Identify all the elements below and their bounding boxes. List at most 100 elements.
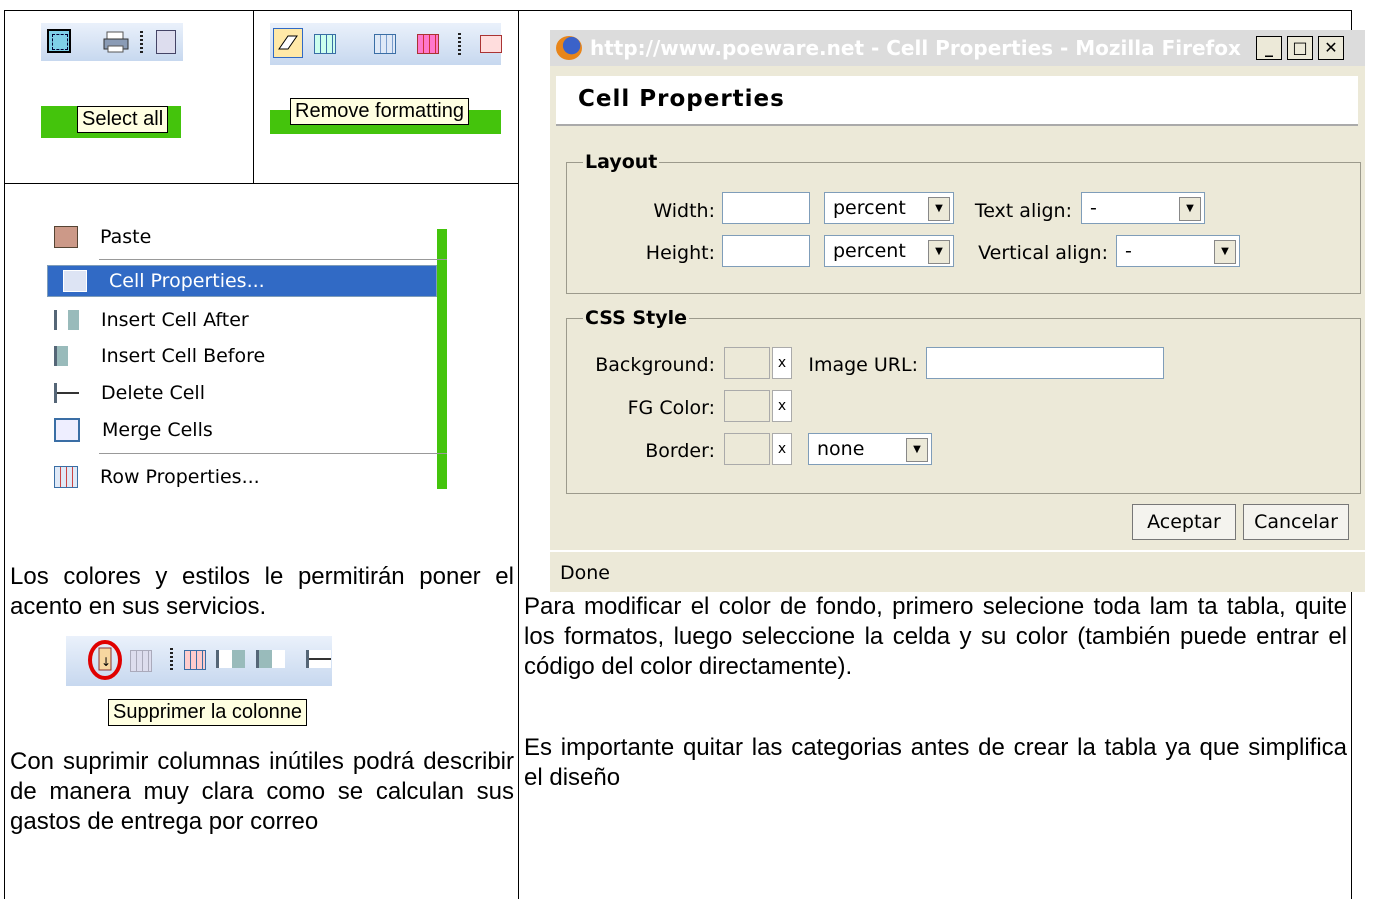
table-row-icon[interactable] [480,35,502,53]
merge-cells-icon [54,418,80,442]
accept-button[interactable]: Aceptar [1132,504,1236,540]
delete-column-tooltip: Supprimer la colonne [108,699,307,726]
toolbar-separator [458,33,461,55]
height-label: Height: [645,242,715,264]
paste-icon [54,226,78,248]
width-label: Width: [653,200,715,222]
dropdown-arrow-icon: ▼ [928,197,950,221]
menu-item-label: Delete Cell [101,382,205,404]
status-bar: Done [550,550,1365,592]
fg-color-swatch[interactable] [724,390,770,422]
window-title: http://www.poeware.net - Cell Properties… [590,36,1241,60]
background-color-swatch[interactable] [724,347,770,379]
status-text: Done [560,562,610,584]
table-icon[interactable] [314,34,336,54]
delete-cell-icon [54,383,79,403]
toolbar-remove-formatting [270,23,502,65]
dropdown-arrow-icon: ▼ [928,240,950,264]
menu-item-label: Insert Cell After [101,309,249,331]
insert-cell-after-icon[interactable] [216,650,245,668]
column-icon[interactable] [130,650,152,672]
minimize-button[interactable]: _ [1256,36,1282,60]
menu-separator [99,453,447,454]
border-label: Border: [645,440,715,462]
source-icon[interactable] [156,30,176,54]
dropdown-arrow-icon: ▼ [1179,197,1201,221]
dropdown-arrow-icon: ▼ [906,438,928,462]
toolbar-separator [140,31,143,53]
menu-background-strip [437,229,447,489]
svg-text:↓: ↓ [101,655,111,669]
fg-color-clear-button[interactable]: x [772,390,792,422]
fg-color-label: FG Color: [627,397,715,419]
menu-item-paste[interactable]: Paste [47,219,437,255]
context-menu: Paste Cell Properties... Insert Cell Aft… [47,213,447,489]
firefox-icon [556,36,582,60]
css-style-legend: CSS Style [583,307,689,329]
insert-cell-after-icon [54,310,79,330]
width-input[interactable] [722,192,810,224]
left-text-colors: Los colores y estilos le permitirán pone… [10,563,514,620]
menu-item-delete-cell[interactable]: Delete Cell [47,375,437,411]
image-url-label: Image URL: [808,354,918,376]
border-style-value: none [817,438,865,460]
height-input[interactable] [722,235,810,267]
height-unit-value: percent [833,240,906,262]
left-text-columns: Con suprimir columnas inútiles podrá des… [10,748,514,835]
vertical-align-select[interactable]: - ▼ [1116,235,1240,267]
grid-line [253,10,254,183]
maximize-button[interactable]: □ [1287,36,1313,60]
delete-column-icon[interactable]: ↓ [88,640,122,680]
toolbar-separator [170,648,173,670]
background-clear-button[interactable]: x [772,347,792,379]
vertical-align-label: Vertical align: [978,242,1108,264]
cell-properties-icon [63,270,87,292]
remove-formatting-tooltip: Remove formatting [290,98,469,125]
menu-item-insert-cell-after[interactable]: Insert Cell After [47,302,437,338]
grid-line [4,10,5,899]
height-unit-select[interactable]: percent ▼ [824,235,954,267]
print-icon[interactable] [103,31,129,53]
cell-properties-dialog: http://www.poeware.net - Cell Properties… [550,30,1365,592]
vertical-align-value: - [1125,240,1132,262]
delete-cell-icon[interactable] [306,650,331,668]
width-unit-select[interactable]: percent ▼ [824,192,954,224]
menu-item-row-properties[interactable]: Row Properties... [47,459,437,489]
grid-line [4,10,1352,11]
text-align-label: Text align: [974,200,1072,222]
grid-line [4,183,518,184]
insert-cell-before-icon [54,346,79,366]
dialog-heading: Cell Properties [578,86,785,112]
cancel-button[interactable]: Cancelar [1243,504,1349,540]
table-red-icon[interactable] [417,34,439,54]
image-url-input[interactable] [926,347,1164,379]
dropdown-arrow-icon: ▼ [1214,240,1236,264]
border-color-swatch[interactable] [724,433,770,465]
select-all-tooltip: Select all [77,106,169,133]
menu-separator [99,259,447,260]
menu-item-cell-properties[interactable]: Cell Properties... [47,265,437,297]
window-titlebar: http://www.poeware.net - Cell Properties… [550,30,1365,66]
right-text-categories: Es importante quitar las categorias ante… [524,734,1347,791]
close-button[interactable]: ✕ [1318,36,1344,60]
insert-cell-before-icon[interactable] [256,650,285,668]
cell-properties-icon[interactable] [184,650,206,670]
menu-item-merge-cells[interactable]: Merge Cells [47,412,437,448]
border-clear-button[interactable]: x [772,433,792,465]
table-grid-icon[interactable] [374,34,396,54]
select-all-icon[interactable] [47,29,71,53]
width-unit-value: percent [833,197,906,219]
grid-line [518,10,519,899]
toolbar-select-all [41,23,183,61]
menu-item-label: Row Properties... [100,466,260,488]
text-align-select[interactable]: - ▼ [1081,192,1205,224]
row-properties-icon [54,466,78,488]
toolbar-delete-column: ↓ [66,636,332,686]
dialog-header: Cell Properties [556,76,1358,126]
menu-item-label: Insert Cell Before [101,345,266,367]
border-style-select[interactable]: none ▼ [808,433,932,465]
menu-item-label: Paste [100,226,152,248]
menu-item-insert-cell-before[interactable]: Insert Cell Before [47,338,437,374]
eraser-icon[interactable] [273,28,303,58]
background-label: Background: [595,354,715,376]
